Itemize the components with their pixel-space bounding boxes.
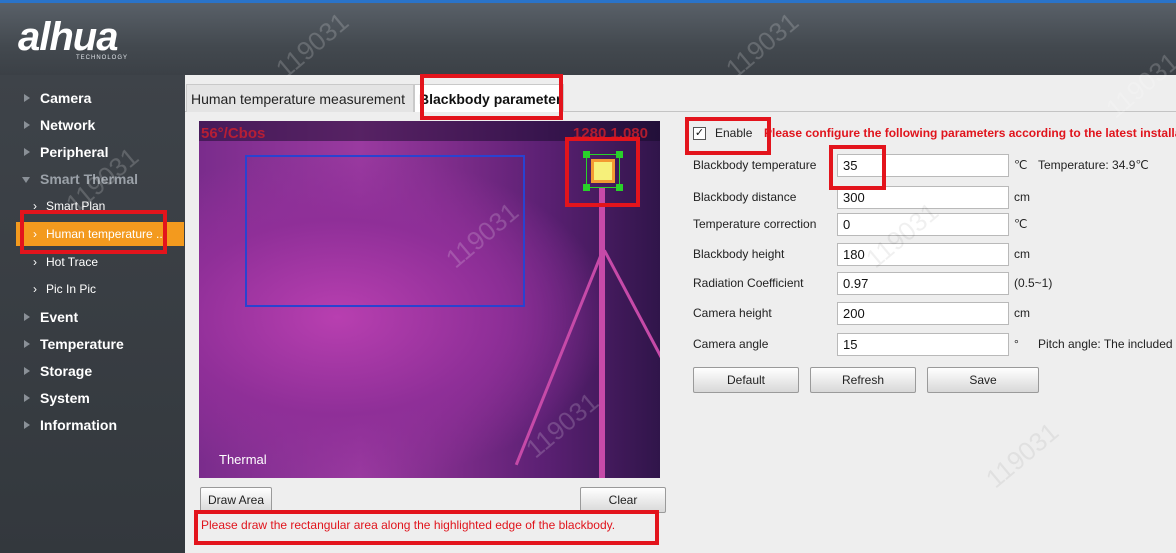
expand-arrow-icon: [24, 94, 30, 102]
expand-arrow-icon: [24, 421, 30, 429]
sidebar-item-label: Event: [40, 309, 79, 325]
sidebar-item-camera[interactable]: Camera: [0, 85, 185, 111]
resize-handle[interactable]: [583, 151, 590, 158]
blackbody-target: [591, 159, 615, 183]
tripod-pole: [599, 187, 605, 478]
sidebar-subitem-hot-trace[interactable]: › Hot Trace: [16, 250, 184, 274]
param-unit: (0.5~1): [1014, 276, 1053, 290]
param-label: Radiation Coefficient: [693, 276, 804, 290]
param-label: Camera angle: [693, 337, 769, 351]
chevron-right-icon: ›: [33, 199, 37, 213]
dahua-logo: alhua TECHNOLOGY: [18, 15, 168, 65]
param-row-blackbody-height: Blackbody height cm: [693, 243, 1176, 267]
collapse-arrow-icon: [22, 177, 30, 183]
draw-area-button[interactable]: Draw Area: [200, 487, 272, 513]
sidebar-item-label: Peripheral: [40, 144, 109, 160]
sidebar-item-label: Storage: [40, 363, 93, 379]
param-row-camera-height: Camera height cm: [693, 302, 1176, 326]
sidebar-item-smart-thermal[interactable]: Smart Thermal: [0, 166, 185, 192]
param-row-camera-angle: Camera angle ° Pitch angle: The included: [693, 333, 1176, 357]
param-label: Temperature correction: [693, 217, 817, 231]
sidebar-item-label: Information: [40, 417, 117, 433]
enable-label: Enable: [715, 126, 753, 140]
sidebar-subitem-label: Pic In Pic: [46, 282, 97, 296]
enable-checkbox[interactable]: ✓: [693, 127, 706, 140]
top-header: alhua TECHNOLOGY: [0, 0, 1176, 75]
refresh-button[interactable]: Refresh: [810, 367, 916, 393]
save-button[interactable]: Save: [927, 367, 1039, 393]
expand-arrow-icon: [24, 367, 30, 375]
chevron-right-icon: ›: [33, 255, 37, 269]
param-row-blackbody-temperature: Blackbody temperature ℃ Temperature: 34.…: [693, 154, 1176, 178]
param-row-temperature-correction: Temperature correction ℃: [693, 213, 1176, 237]
param-unit: cm: [1014, 247, 1030, 261]
param-unit: cm: [1014, 190, 1030, 204]
expand-arrow-icon: [24, 340, 30, 348]
sidebar-item-label: Smart Thermal: [40, 171, 139, 187]
radiation-coefficient-input[interactable]: [837, 272, 1009, 295]
param-unit: ℃: [1014, 217, 1028, 231]
chevron-right-icon: ›: [33, 282, 37, 296]
expand-arrow-icon: [24, 121, 30, 129]
default-button[interactable]: Default: [693, 367, 799, 393]
sidebar-item-event[interactable]: Event: [0, 304, 185, 330]
param-unit: °: [1014, 337, 1019, 351]
blackbody-distance-input[interactable]: [837, 186, 1009, 209]
sidebar-subitem-pic-in-pic[interactable]: › Pic In Pic: [16, 277, 184, 301]
camera-angle-input[interactable]: [837, 333, 1009, 356]
blackbody-height-input[interactable]: [837, 243, 1009, 266]
expand-arrow-icon: [24, 313, 30, 321]
temperature-correction-input[interactable]: [837, 213, 1009, 236]
detection-area-rectangle[interactable]: [245, 155, 525, 307]
logo-subtitle: TECHNOLOGY: [76, 55, 129, 61]
param-label: Camera height: [693, 306, 772, 320]
configuration-notice: Please configure the following parameter…: [764, 126, 1176, 140]
tab-human-temperature-measurement[interactable]: Human temperature measurement: [186, 84, 414, 112]
sidebar-subitem-smart-plan[interactable]: › Smart Plan: [16, 194, 184, 218]
sidebar-item-label: Camera: [40, 90, 92, 106]
thermal-video-preview[interactable]: 56°/Cbos 1280 1.080 Thermal: [199, 121, 660, 478]
tab-blackbody-parameter[interactable]: Blackbody parameter: [414, 84, 564, 112]
param-label: Blackbody temperature: [693, 158, 817, 172]
sidebar-item-temperature[interactable]: Temperature: [0, 331, 185, 357]
clear-button[interactable]: Clear: [580, 487, 666, 513]
sidebar-item-label: Network: [40, 117, 96, 133]
thermal-channel-label: Thermal: [219, 452, 267, 467]
pitch-angle-note: Pitch angle: The included: [1038, 337, 1173, 351]
video-overlay-left: 56°/Cbos: [201, 125, 266, 142]
sidebar-subitem-label: Smart Plan: [46, 199, 106, 213]
measured-temperature-readout: Temperature: 34.9℃: [1038, 158, 1149, 172]
blackbody-temperature-input[interactable]: [837, 154, 1009, 177]
param-unit: cm: [1014, 306, 1030, 320]
param-row-blackbody-distance: Blackbody distance cm: [693, 186, 1176, 210]
expand-arrow-icon: [24, 148, 30, 156]
camera-height-input[interactable]: [837, 302, 1009, 325]
resize-handle[interactable]: [583, 184, 590, 191]
resize-handle[interactable]: [616, 151, 623, 158]
video-overlay-right: 1280 1.080: [572, 125, 648, 142]
logo-wordmark: alhua: [18, 15, 118, 59]
param-label: Blackbody height: [693, 247, 785, 261]
sidebar-item-label: Temperature: [40, 336, 124, 352]
sidebar-item-system[interactable]: System: [0, 385, 185, 411]
draw-hint-text: Please draw the rectangular area along t…: [201, 518, 616, 532]
sidebar-subitem-label: Human temperature ...: [46, 227, 167, 241]
chevron-right-icon: ›: [33, 227, 37, 241]
sidebar-item-peripheral[interactable]: Peripheral: [0, 139, 185, 165]
sidebar-item-network[interactable]: Network: [0, 112, 185, 138]
resize-handle[interactable]: [616, 184, 623, 191]
param-row-radiation-coefficient: Radiation Coefficient (0.5~1): [693, 272, 1176, 296]
param-unit: ℃: [1014, 158, 1028, 172]
param-label: Blackbody distance: [693, 190, 797, 204]
sidebar-subitem-human-temperature[interactable]: › Human temperature ...: [16, 222, 184, 246]
sidebar-item-label: System: [40, 390, 90, 406]
sidebar-subitem-label: Hot Trace: [46, 255, 99, 269]
expand-arrow-icon: [24, 394, 30, 402]
sidebar-item-information[interactable]: Information: [0, 412, 185, 438]
sidebar-item-storage[interactable]: Storage: [0, 358, 185, 384]
